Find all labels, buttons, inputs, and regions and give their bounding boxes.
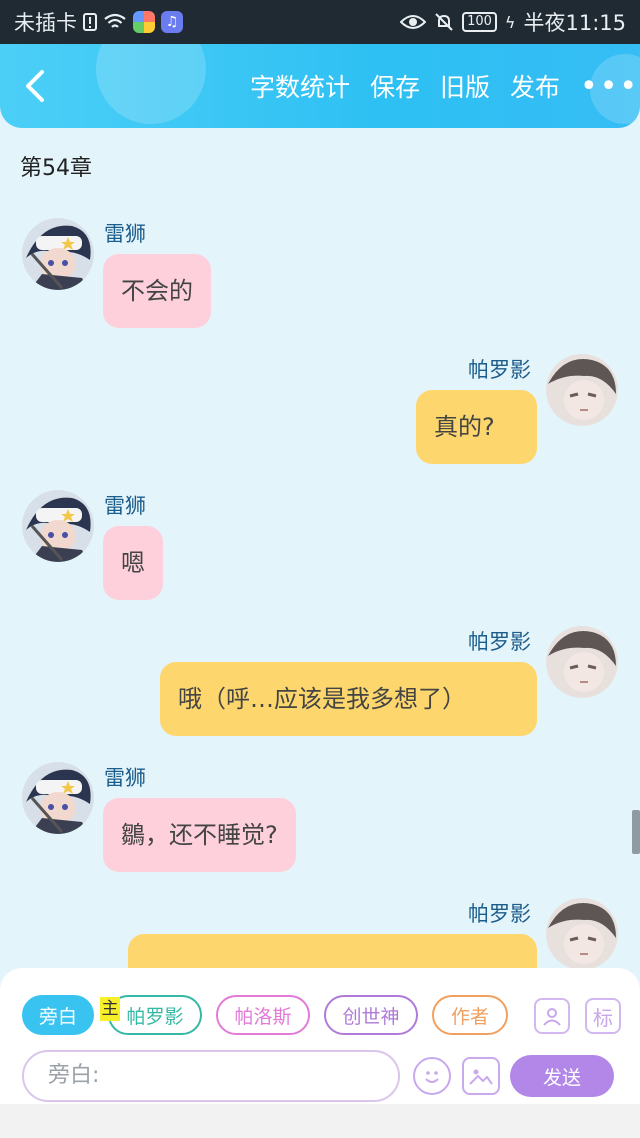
message-bubble[interactable]: 鶵，还不睡觉? [103, 798, 296, 872]
status-bar: 未插卡 ♫ 100 ϟ 半夜11:15 [0, 0, 640, 44]
old-version-button[interactable]: 旧版 [440, 68, 490, 104]
save-button[interactable]: 保存 [370, 68, 420, 104]
eye-icon [400, 14, 427, 30]
nav-bar-area [0, 1104, 640, 1138]
send-button[interactable]: 发送 [510, 1055, 614, 1097]
message-bubble[interactable]: 哦（呼…应该是我多想了） [160, 662, 537, 736]
carrier-text: 未插卡 [14, 11, 77, 35]
chevron-left-icon [26, 70, 44, 102]
music-app-icon: ♫ [161, 11, 183, 33]
role-chip-creator-god[interactable]: 创世神 [324, 995, 418, 1035]
smiley-icon [425, 1071, 439, 1083]
person-icon [543, 1008, 561, 1026]
battery-indicator: 100 [462, 12, 497, 32]
sender-name: 帕罗影 [468, 902, 531, 926]
sender-name: 帕罗影 [468, 358, 531, 382]
sender-name: 帕罗影 [468, 630, 531, 654]
sender-name: 雷狮 [104, 766, 146, 790]
more-menu-button[interactable]: ••• [580, 69, 637, 104]
emoji-button[interactable] [413, 1057, 451, 1095]
main-role-tag: 主 [100, 997, 120, 1021]
charging-icon: ϟ [504, 12, 516, 32]
decor-bubble [96, 44, 206, 124]
clock-text: 半夜11:15 [523, 11, 626, 35]
wifi-icon [103, 13, 127, 31]
word-count-button[interactable]: 字数统计 [250, 68, 350, 104]
sender-name: 雷狮 [104, 494, 146, 518]
message-input[interactable]: 旁白: [22, 1050, 400, 1102]
message-bubble[interactable]: 嗯 [103, 526, 163, 600]
role-chip-paluosi[interactable]: 帕洛斯 [216, 995, 310, 1035]
avatar-leishi[interactable] [22, 218, 94, 290]
avatar-paluoying[interactable] [546, 626, 618, 698]
avatar-paluoying[interactable] [546, 898, 618, 970]
image-button[interactable] [462, 1057, 500, 1095]
message-bubble[interactable]: 真的? [416, 390, 537, 464]
scrollbar-thumb[interactable] [632, 810, 640, 854]
sender-name: 雷狮 [104, 222, 146, 246]
add-character-button[interactable] [534, 998, 570, 1034]
sim-alert-icon [83, 13, 97, 31]
mute-bell-icon [434, 12, 454, 32]
chapter-title: 第54章 [20, 156, 92, 181]
role-chip-narration[interactable]: 旁白 [22, 995, 94, 1035]
publish-button[interactable]: 发布 [510, 68, 560, 104]
avatar-paluoying[interactable] [546, 354, 618, 426]
role-chip-author[interactable]: 作者 [432, 995, 508, 1035]
app-notification-icon [133, 11, 155, 33]
image-icon [469, 1069, 493, 1085]
avatar-leishi[interactable] [22, 762, 94, 834]
top-app-bar: 字数统计 保存 旧版 发布 ••• [0, 44, 640, 128]
role-chip-paluoying[interactable]: 帕罗影 [108, 995, 202, 1035]
back-button[interactable] [22, 68, 52, 108]
tag-button[interactable]: 标 [585, 998, 621, 1034]
message-bubble[interactable]: 不会的 [103, 254, 211, 328]
avatar-leishi[interactable] [22, 490, 94, 562]
